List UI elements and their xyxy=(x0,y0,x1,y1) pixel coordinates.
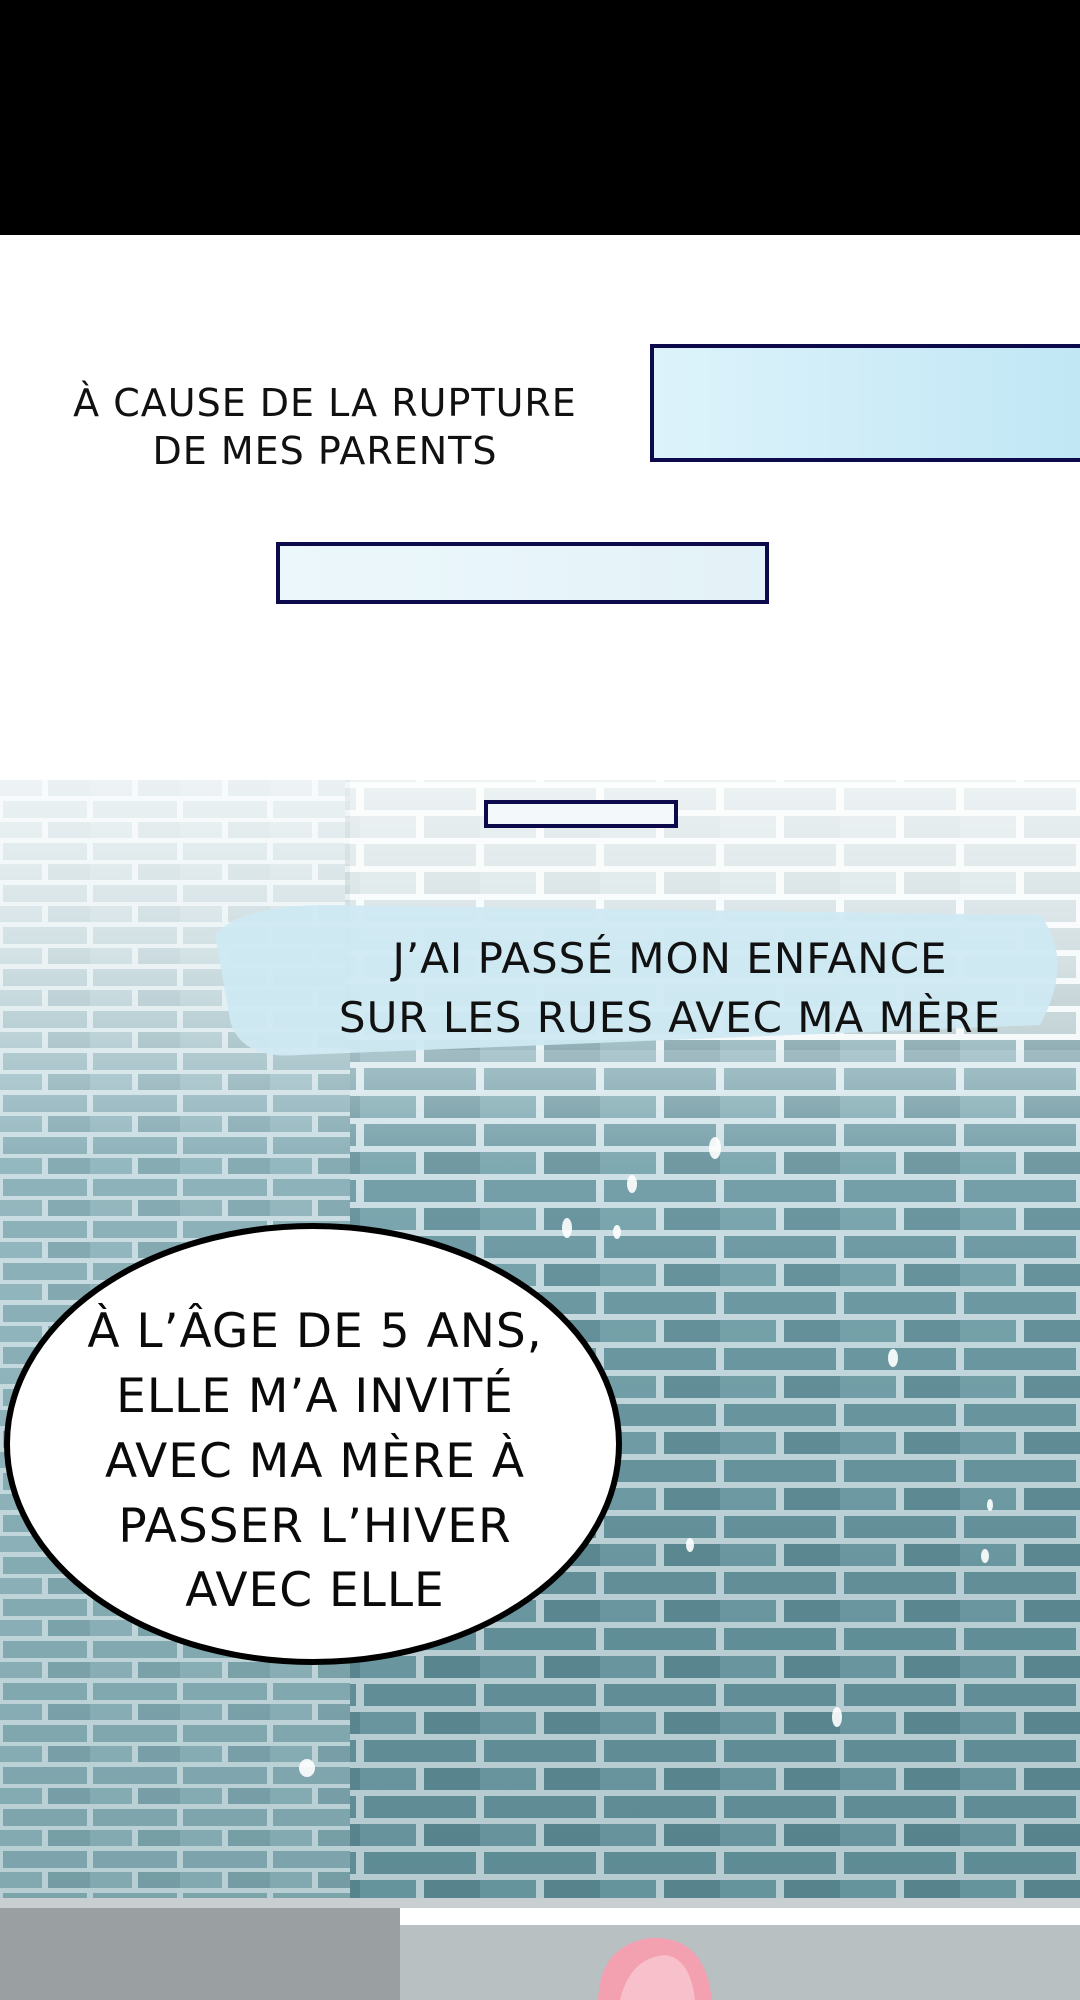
narration-box-empty xyxy=(484,800,678,828)
comic-panel: À CAUSE DE LA RUPTURE DE MES PARENTS J’A… xyxy=(0,0,1080,2000)
bubble-line: PASSER L’HIVER xyxy=(118,1498,512,1554)
narration-box-empty xyxy=(650,344,1080,462)
caption-line: SUR LES RUES AVEC MA MÈRE xyxy=(338,992,1002,1042)
caption-line: À CAUSE DE LA RUPTURE xyxy=(73,381,577,425)
speech-bubble-text: À L’ÂGE DE 5 ANS, ELLE M’A INVITÉ AVEC M… xyxy=(30,1300,600,1624)
narration-caption-enfance: J’AI PASSÉ MON ENFANCE SUR LES RUES AVEC… xyxy=(250,930,1080,1048)
narration-caption-rupture: À CAUSE DE LA RUPTURE DE MES PARENTS xyxy=(40,380,610,475)
bubble-line: À L’ÂGE DE 5 ANS, xyxy=(87,1304,543,1359)
bubble-line: ELLE M’A INVITÉ xyxy=(116,1368,514,1424)
narration-box-empty xyxy=(276,542,769,604)
bubble-line: AVEC ELLE xyxy=(185,1563,445,1619)
caption-line: DE MES PARENTS xyxy=(152,428,498,473)
bubble-line: AVEC MA MÈRE À xyxy=(104,1433,526,1489)
caption-line: J’AI PASSÉ MON ENFANCE xyxy=(392,934,948,983)
